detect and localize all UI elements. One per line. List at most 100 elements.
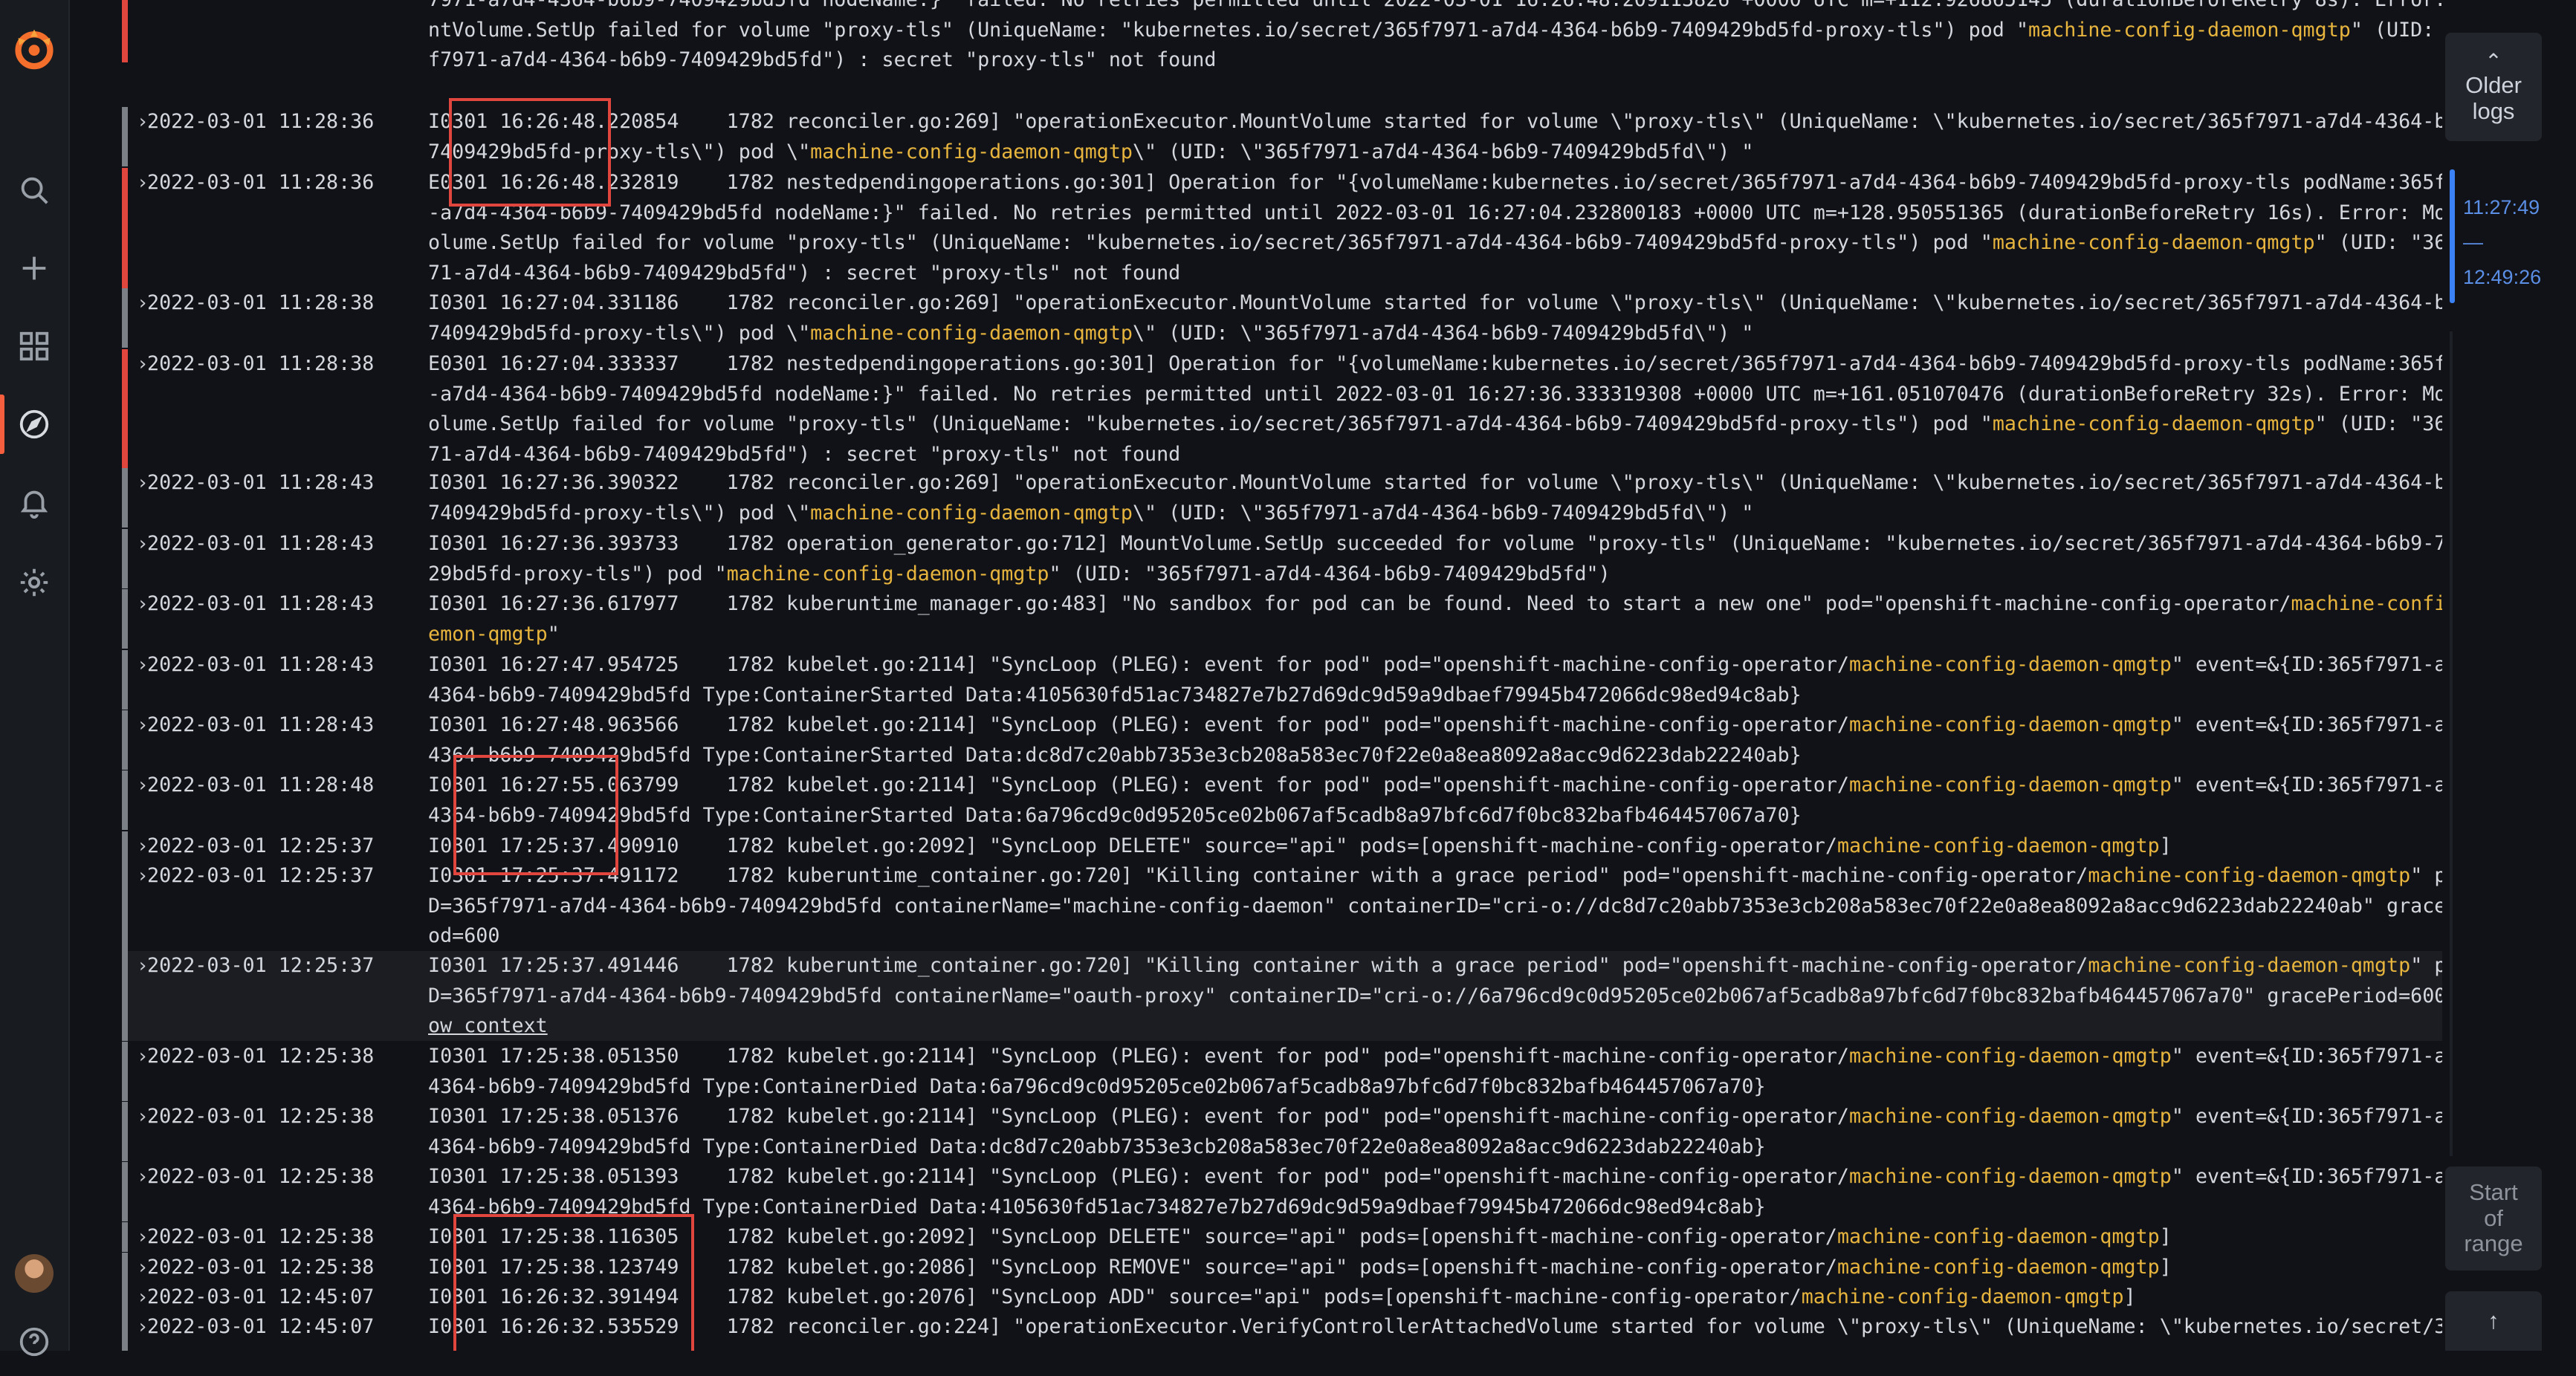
- range-marker: [2450, 169, 2455, 303]
- pod-name-highlight: machine-config-daemon-qmgtp: [1849, 773, 2172, 796]
- dashboards-icon[interactable]: [0, 312, 68, 380]
- log-message-tail: ]: [2123, 1285, 2136, 1308]
- start-of-range-button[interactable]: Start of range: [2445, 1166, 2542, 1270]
- log-panel: 7971-a7d4-4364-b6b9-7409429bd5fd nodeNam…: [68, 0, 2442, 1351]
- log-message: I0301 17:25:38.051376 1782 kubelet.go:21…: [428, 1105, 1850, 1128]
- log-row[interactable]: › 2022-03-01 11:28:36 I0301 16:26:48.22085…: [122, 107, 2442, 166]
- log-message-tail: \" (UID: \"365f7971-a7d4-4364-b6b9-74094…: [1132, 321, 1754, 345]
- log-message-tail: ]: [2159, 1225, 2172, 1248]
- log-message-tail: " (UID: "365f7971-a7d4-4364-b6b9-7409429…: [1049, 562, 1611, 585]
- log-timestamp: 2022-03-01 12:25:38: [147, 1105, 375, 1128]
- pod-name-highlight: machine-config-daemon-qmgtp: [1849, 1165, 2172, 1188]
- log-timestamp: 2022-03-01 12:25:37: [147, 864, 375, 887]
- log-row[interactable]: › 2022-03-01 12:25:37 I0301 17:25:37.49091…: [122, 831, 2442, 861]
- log-timestamp: 2022-03-01 11:28:38: [147, 352, 375, 375]
- log-message: I0301 16:27:55.063799 1782 kubelet.go:21…: [428, 773, 1850, 796]
- log-timestamp: 2022-03-01 11:28:48: [147, 773, 375, 796]
- pod-name-highlight: machine-config-daemon-qmgtp: [1801, 1285, 2124, 1308]
- log-message: I0301 17:25:37.491446 1782 kuberuntime_c…: [428, 954, 2088, 977]
- log-row[interactable]: › 2022-03-01 11:28:38 E0301 16:27:04.33333…: [122, 349, 2442, 470]
- log-timestamp: 2022-03-01 12:25:38: [147, 1045, 375, 1068]
- log-timestamp: 2022-03-01 12:25:38: [147, 1225, 375, 1248]
- log-message-tail: \" (UID: \"365f7971-a7d4-4364-b6b9-74094…: [1132, 501, 1754, 525]
- log-message-tail: \" (UID: \"365f7971-a7d4-4364-b6b9-74094…: [1132, 140, 1754, 163]
- log-timestamp: 2022-03-01 12:25:37: [147, 954, 375, 977]
- log-message: I0301 16:26:32.391494 1782 kubelet.go:20…: [428, 1285, 1802, 1308]
- plus-icon[interactable]: [0, 234, 68, 302]
- scroll-to-top-button[interactable]: ↑: [2445, 1291, 2542, 1351]
- log-row[interactable]: › 2022-03-01 11:28:43 I0301 16:27:36.61797…: [122, 589, 2442, 649]
- help-icon[interactable]: [0, 1308, 68, 1376]
- pod-name-highlight: machine-config-daemon-qmgtp: [810, 140, 1133, 163]
- settings-gear-icon[interactable]: [0, 548, 68, 617]
- log-row[interactable]: › 2022-03-01 12:25:38 I0301 17:25:38.12374…: [122, 1253, 2442, 1282]
- log-row[interactable]: 7971-a7d4-4364-b6b9-7409429bd5fd nodeNam…: [122, 0, 2442, 71]
- log-row[interactable]: › 2022-03-01 11:28:43 I0301 16:27:48.96356…: [122, 710, 2442, 770]
- explore-compass-icon[interactable]: [0, 390, 68, 458]
- older-logs-button[interactable]: ⌃ Older logs: [2445, 33, 2542, 141]
- pod-name-highlight: machine-config-daemon-qmgtp: [2088, 954, 2411, 977]
- log-row[interactable]: › 2022-03-01 12:25:38 I0301 17:25:38.05139…: [122, 1162, 2442, 1221]
- log-timestamp: 2022-03-01 11:28:38: [147, 291, 375, 314]
- log-message: I0301 17:25:37.491172 1782 kuberuntime_c…: [428, 864, 2088, 887]
- log-row[interactable]: › 2022-03-01 12:25:38 I0301 17:25:38.11630…: [122, 1222, 2442, 1252]
- grafana-logo-icon[interactable]: [0, 15, 68, 83]
- log-row[interactable]: › 2022-03-01 11:28:38 I0301 16:27:04.33118…: [122, 288, 2442, 348]
- range-track: [2450, 331, 2453, 1156]
- chevron-up-icon: ⌃: [2485, 49, 2502, 73]
- log-row[interactable]: › 2022-03-01 11:28:43 I0301 16:27:36.39373…: [122, 529, 2442, 588]
- log-timestamp: 2022-03-01 11:28:43: [147, 592, 375, 615]
- pod-name-highlight: machine-config-daemon-qmgtp: [810, 321, 1133, 345]
- log-timestamp: 2022-03-01 12:25:37: [147, 834, 375, 857]
- pod-name-highlight: machine-config-daemon-qmgtp: [1849, 1105, 2172, 1128]
- alerting-bell-icon[interactable]: [0, 468, 68, 536]
- log-timestamp: 2022-03-01 11:28:43: [147, 713, 375, 736]
- log-row[interactable]: › 2022-03-01 12:25:38 I0301 17:25:38.05135…: [122, 1042, 2442, 1101]
- pod-name-highlight: machine-config-daemon-qmgtp: [1992, 412, 2315, 435]
- log-message-tail: ]: [2159, 834, 2172, 857]
- log-timestamp: 2022-03-01 12:45:07: [147, 1285, 375, 1308]
- search-icon[interactable]: [0, 156, 68, 224]
- pod-name-highlight: machine-config-daemon-qmgtp: [1836, 834, 2160, 857]
- pod-name-highlight: machine-config-daemon-qmgtp: [1836, 1225, 2160, 1248]
- log-row[interactable]: › 2022-03-01 12:25:37 I0301 17:25:37.49144…: [122, 951, 2442, 1041]
- log-timestamp: 2022-03-01 11:28:36: [147, 171, 375, 194]
- log-message: I0301 16:27:36.617977 1782 kuberuntime_m…: [428, 592, 2291, 615]
- log-message: I0301 16:26:32.535529 1782 reconciler.go…: [428, 1315, 2442, 1338]
- log-row[interactable]: › 2022-03-01 12:25:37 I0301 17:25:37.49117…: [122, 861, 2442, 951]
- pod-name-highlight: machine-config-daemon-qmgtp: [2088, 864, 2411, 887]
- range-label: 11:27:49 — 12:49:26: [2463, 196, 2542, 288]
- side-navigation: [0, 0, 70, 1357]
- log-message: I0301 16:27:48.963566 1782 kubelet.go:21…: [428, 713, 1850, 736]
- log-timestamp: 2022-03-01 11:28:43: [147, 471, 375, 494]
- log-message-tail: ]: [2159, 1256, 2172, 1279]
- log-row[interactable]: › 2022-03-01 11:28:43 I0301 16:27:47.95472…: [122, 650, 2442, 710]
- pod-name-highlight: machine-config-daemon-qmgtp: [1849, 713, 2172, 736]
- pod-name-highlight: machine-config-daemon-qmgtp: [1849, 653, 2172, 676]
- log-message: I0301 16:27:47.954725 1782 kubelet.go:21…: [428, 653, 1850, 676]
- pod-name-highlight: machine-config-daemon-qmgtp: [726, 562, 1049, 585]
- log-timestamp: 2022-03-01 11:28:43: [147, 653, 375, 676]
- log-message-tail: ": [547, 622, 560, 646]
- avatar[interactable]: [15, 1254, 54, 1293]
- pod-name-highlight: machine-config-daemon-qmgtp: [810, 501, 1133, 525]
- log-message: I0301 17:25:38.051350 1782 kubelet.go:21…: [428, 1045, 1850, 1068]
- pod-name-highlight: machine-config-daemon-qmgtp: [2028, 18, 2351, 42]
- log-message: I0301 17:25:38.116305 1782 kubelet.go:20…: [428, 1225, 1837, 1248]
- log-timestamp: 2022-03-01 12:25:38: [147, 1165, 375, 1188]
- log-row[interactable]: › 2022-03-01 12:45:07 I0301 16:26:32.39149…: [122, 1282, 2442, 1312]
- log-message: I0301 17:25:37.490910 1782 kubelet.go:20…: [428, 834, 1837, 857]
- pod-name-highlight: machine-config-daemon-qmgtp: [1836, 1256, 2160, 1279]
- log-row[interactable]: › 2022-03-01 11:28:48 I0301 16:27:55.06379…: [122, 770, 2442, 830]
- log-row[interactable]: › 2022-03-01 11:28:43 I0301 16:27:36.39032…: [122, 468, 2442, 528]
- log-row[interactable]: › 2022-03-01 12:25:38 I0301 17:25:38.05137…: [122, 1102, 2442, 1161]
- arrow-up-icon: ↑: [2488, 1307, 2499, 1334]
- log-timestamp: 2022-03-01 11:28:36: [147, 110, 375, 133]
- log-message: I0301 17:25:38.051393 1782 kubelet.go:21…: [428, 1165, 1850, 1188]
- log-row[interactable]: › 2022-03-01 11:28:36 E0301 16:26:48.23281…: [122, 168, 2442, 288]
- log-row[interactable]: › 2022-03-01 12:45:07 I0301 16:26:32.53552…: [122, 1312, 2442, 1351]
- log-timestamp: 2022-03-01 11:28:43: [147, 532, 375, 555]
- pod-name-highlight: machine-config-daemon-qmgtp: [1992, 231, 2315, 254]
- log-timestamp: 2022-03-01 12:45:07: [147, 1315, 375, 1338]
- pod-name-highlight: machine-config-daemon-qmgtp: [1849, 1045, 2172, 1068]
